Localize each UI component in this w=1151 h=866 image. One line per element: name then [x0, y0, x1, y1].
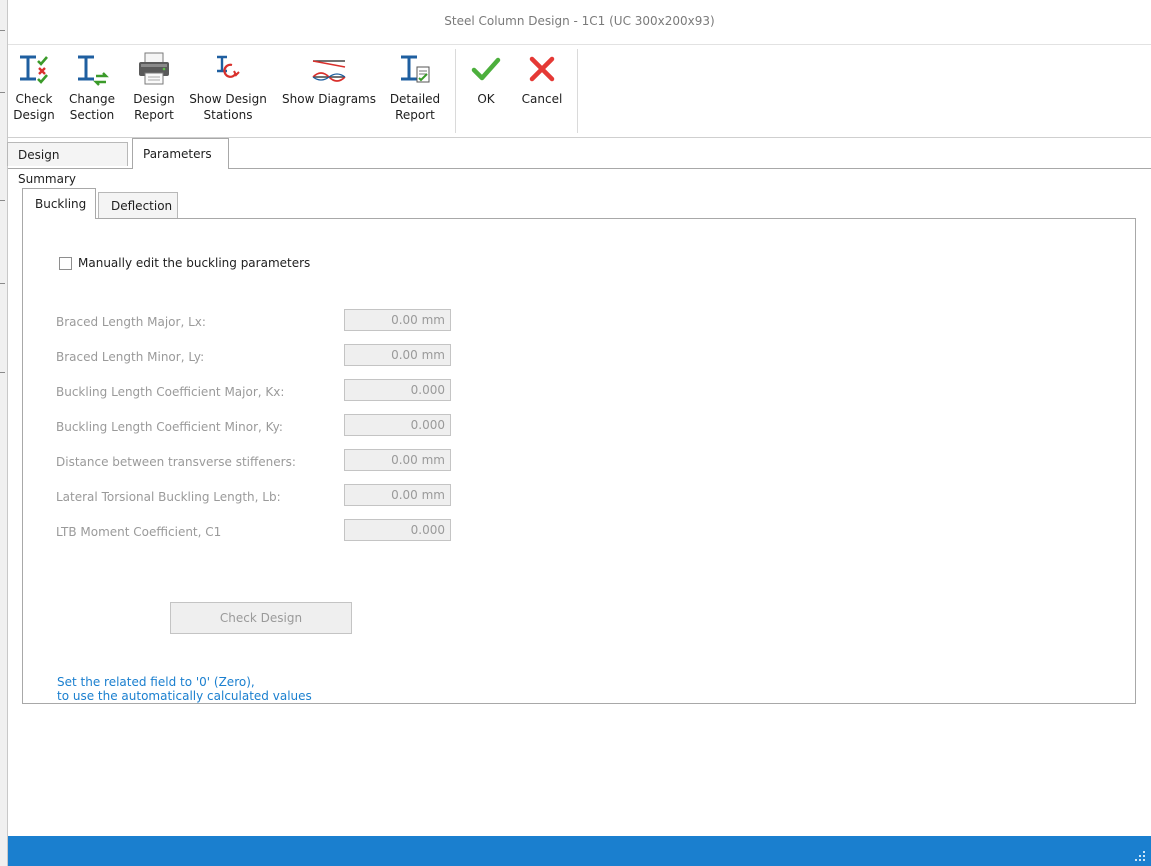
detailed-report-label: Detailed Report: [389, 92, 441, 122]
edge-mark: [0, 92, 5, 93]
ok-toolbar-button[interactable]: OK: [466, 45, 506, 133]
toolbar: Check Design Change Section Design Repor…: [8, 45, 1151, 138]
steel-column-design-window: Steel Column Design - 1C1 (UC 300x200x93…: [7, 0, 1151, 866]
ltb-moment-coeff-input[interactable]: 0.000: [344, 519, 451, 541]
buckling-coeff-minor-label: Buckling Length Coefficient Minor, Ky:: [56, 420, 283, 434]
show-design-stations-toolbar-button[interactable]: Show Design Stations: [186, 45, 270, 133]
subtab-deflection[interactable]: Deflection: [98, 192, 178, 218]
status-bar: [8, 836, 1151, 866]
design-report-label: Design Report: [133, 92, 175, 122]
main-tab-strip: Design Summary Parameters: [7, 138, 1151, 186]
buckling-coeff-major-input[interactable]: 0.000: [344, 379, 451, 401]
beam-swap-icon: [72, 47, 112, 91]
edge-mark: [0, 30, 5, 31]
window-title: Steel Column Design - 1C1 (UC 300x200x93…: [444, 14, 715, 28]
detailed-report-toolbar-button[interactable]: Detailed Report: [384, 45, 446, 133]
parameters-panel: Buckling Deflection Manually edit the bu…: [22, 188, 1136, 706]
beam-report-icon: [395, 47, 435, 91]
manual-edit-label[interactable]: Manually edit the buckling parameters: [78, 256, 310, 270]
zero-value-hint: Set the related field to '0' (Zero), to …: [57, 675, 312, 703]
manual-edit-checkbox[interactable]: [59, 256, 72, 270]
check-design-label: Check Design: [13, 92, 55, 122]
buckling-panel: Manually edit the buckling parameters Br…: [22, 218, 1136, 704]
buckling-coeff-major-label: Buckling Length Coefficient Major, Kx:: [56, 385, 285, 399]
stiffener-distance-label: Distance between transverse stiffeners:: [56, 455, 296, 469]
braced-length-major-label: Braced Length Major, Lx:: [56, 315, 206, 329]
background-window-edge: [0, 0, 8, 866]
cross-icon: [522, 47, 562, 91]
braced-length-major-input[interactable]: 0.00 mm: [344, 309, 451, 331]
title-bar[interactable]: Steel Column Design - 1C1 (UC 300x200x93…: [8, 0, 1151, 45]
toolbar-separator: [577, 49, 578, 133]
cancel-toolbar-button[interactable]: Cancel: [516, 45, 568, 133]
braced-length-minor-input[interactable]: 0.00 mm: [344, 344, 451, 366]
ltb-length-input[interactable]: 0.00 mm: [344, 484, 451, 506]
ltb-length-label: Lateral Torsional Buckling Length, Lb:: [56, 490, 281, 504]
hint-line-1: Set the related field to '0' (Zero),: [57, 675, 255, 689]
beam-check-icon: [14, 47, 54, 91]
printer-icon: [134, 47, 174, 91]
check-design-button[interactable]: Check Design: [170, 602, 352, 634]
edge-mark: [0, 372, 5, 373]
ok-label: OK: [477, 92, 495, 106]
beam-stations-icon: [208, 47, 248, 91]
check-design-toolbar-button[interactable]: Check Design: [10, 45, 58, 133]
hint-line-2: to use the automatically calculated valu…: [57, 689, 312, 703]
show-design-stations-label: Show Design Stations: [189, 92, 267, 122]
toolbar-separator: [455, 49, 456, 133]
tab-parameters[interactable]: Parameters: [132, 138, 229, 169]
ltb-moment-coeff-label: LTB Moment Coefficient, C1: [56, 525, 222, 539]
design-report-toolbar-button[interactable]: Design Report: [126, 45, 182, 133]
edge-mark: [0, 200, 5, 201]
diagram-icon: [309, 47, 349, 91]
stiffener-distance-input[interactable]: 0.00 mm: [344, 449, 451, 471]
manual-edit-row[interactable]: Manually edit the buckling parameters: [59, 256, 310, 270]
show-diagrams-toolbar-button[interactable]: Show Diagrams: [278, 45, 380, 133]
change-section-toolbar-button[interactable]: Change Section: [64, 45, 120, 133]
checkmark-icon: [466, 47, 506, 91]
cancel-label: Cancel: [521, 92, 563, 106]
show-diagrams-label: Show Diagrams: [282, 92, 376, 106]
change-section-label: Change Section: [69, 92, 115, 122]
buckling-coeff-minor-input[interactable]: 0.000: [344, 414, 451, 436]
braced-length-minor-label: Braced Length Minor, Ly:: [56, 350, 205, 364]
tab-design-summary[interactable]: Design Summary: [7, 142, 128, 186]
resize-grip-icon[interactable]: [1135, 851, 1145, 861]
edge-mark: [0, 283, 5, 284]
subtab-buckling[interactable]: Buckling: [22, 188, 96, 219]
